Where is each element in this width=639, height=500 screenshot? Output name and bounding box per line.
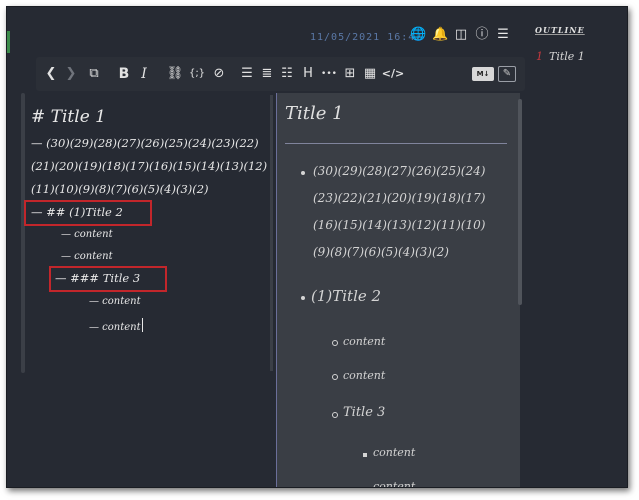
code-icon[interactable]: {;}	[186, 57, 208, 91]
heading-button[interactable]: H	[300, 57, 316, 91]
preview-divider	[285, 143, 507, 144]
more-icon[interactable]: •••	[319, 57, 339, 91]
editor-pane[interactable]: # Title 1 — (30)(29)(28)(27)(26)(25)(24)…	[24, 93, 272, 487]
open-external-icon[interactable]: ⧉	[84, 57, 104, 91]
preview-scrollbar[interactable]	[518, 99, 522, 305]
editor-content-line: — content	[61, 229, 113, 240]
preview-heading-2: (1)Title 2	[311, 287, 382, 305]
layout-icon[interactable]: ◫	[453, 27, 469, 43]
menu-icon[interactable]: ☰	[495, 27, 511, 43]
bullet-list-icon[interactable]: ☰	[238, 57, 256, 91]
italic-button[interactable]: I	[136, 57, 152, 91]
editor-toolbar: ❮ ❯ ⧉ B I ⛓ {;} ⊘ ☰ ≣ ☷ H ••• ⊞ ▦ </> M↓…	[36, 57, 525, 91]
text-cursor	[141, 318, 143, 332]
globe-icon[interactable]: 🌐	[410, 27, 426, 43]
preview-content: content	[373, 480, 416, 488]
forward-icon[interactable]: ❯	[62, 57, 80, 91]
attach-icon[interactable]: ⊘	[210, 57, 228, 91]
edit-toggle-icon[interactable]: ✎	[498, 66, 516, 82]
editor-heading-2: — ## (1)Title 2	[31, 205, 123, 219]
bell-icon[interactable]: 🔔	[432, 27, 448, 43]
outline-panel: OUTLINE 1 Title 1	[529, 7, 627, 487]
status-time: 11/05/2021 16:42	[310, 32, 423, 43]
preview-paragraph-line: (23)(22)(21)(20)(19)(18)(17)	[313, 191, 486, 205]
preview-content: content	[373, 446, 416, 459]
sidebar-scrollbar[interactable]	[21, 93, 25, 373]
editor-line: (21)(20)(19)(18)(17)(16)(15)(14)(13)(12)	[31, 159, 268, 173]
back-icon[interactable]: ❮	[42, 57, 60, 91]
bullet-circle-icon	[332, 340, 338, 346]
link-icon[interactable]: ⛓	[166, 57, 184, 91]
outline-item-title-1[interactable]: Title 1	[549, 50, 585, 63]
bullet-square-icon	[363, 487, 367, 488]
app-window: 11/05/2021 16:42 🌐 🔔 ◫ ⓘ ☰ ❮ ❯ ⧉ B I ⛓ {…	[6, 6, 628, 488]
editor-content-line: — content	[61, 251, 113, 262]
insert-icon[interactable]: ⊞	[341, 57, 359, 91]
preview-heading-3: Title 3	[343, 405, 386, 420]
ordered-list-icon[interactable]: ≣	[258, 57, 276, 91]
markdown-toggle[interactable]: M↓	[472, 67, 494, 81]
preview-content: content	[343, 335, 386, 348]
task-list-icon[interactable]: ☷	[278, 57, 296, 91]
preview-pane: Title 1 (30)(29)(28)(27)(26)(25)(24) (23…	[276, 93, 520, 488]
outline-item-number: 1	[536, 50, 543, 63]
bullet-disc-icon	[301, 296, 305, 300]
editor-scrollbar[interactable]	[270, 95, 273, 371]
preview-paragraph-line: (9)(8)(7)(6)(5)(4)(3)(2)	[313, 245, 449, 259]
editor-line: — (30)(29)(28)(27)(26)(25)(24)(23)(22)	[31, 136, 259, 150]
editor-line: (11)(10)(9)(8)(7)(6)(5)(4)(3)(2)	[31, 182, 209, 196]
embed-icon[interactable]: </>	[381, 57, 405, 91]
editor-content-line: — content	[89, 296, 141, 307]
preview-heading-1: Title 1	[285, 103, 344, 124]
calendar-icon[interactable]: ▦	[361, 57, 379, 91]
bullet-disc-icon	[301, 171, 305, 175]
side-accent	[7, 31, 10, 53]
editor-content-line: — content	[89, 318, 143, 333]
bullet-square-icon	[363, 453, 367, 457]
preview-paragraph-line: (30)(29)(28)(27)(26)(25)(24)	[313, 164, 486, 178]
editor-heading-1: # Title 1	[31, 107, 106, 127]
bullet-circle-icon	[332, 374, 338, 380]
info-icon[interactable]: ⓘ	[474, 27, 490, 43]
editor-heading-3: — ### Title 3	[55, 271, 141, 285]
outline-title: OUTLINE	[535, 25, 585, 35]
bold-button[interactable]: B	[116, 57, 132, 91]
preview-paragraph-line: (16)(15)(14)(13)(12)(11)(10)	[313, 218, 486, 232]
preview-content: content	[343, 369, 386, 382]
bullet-circle-icon	[332, 412, 338, 418]
